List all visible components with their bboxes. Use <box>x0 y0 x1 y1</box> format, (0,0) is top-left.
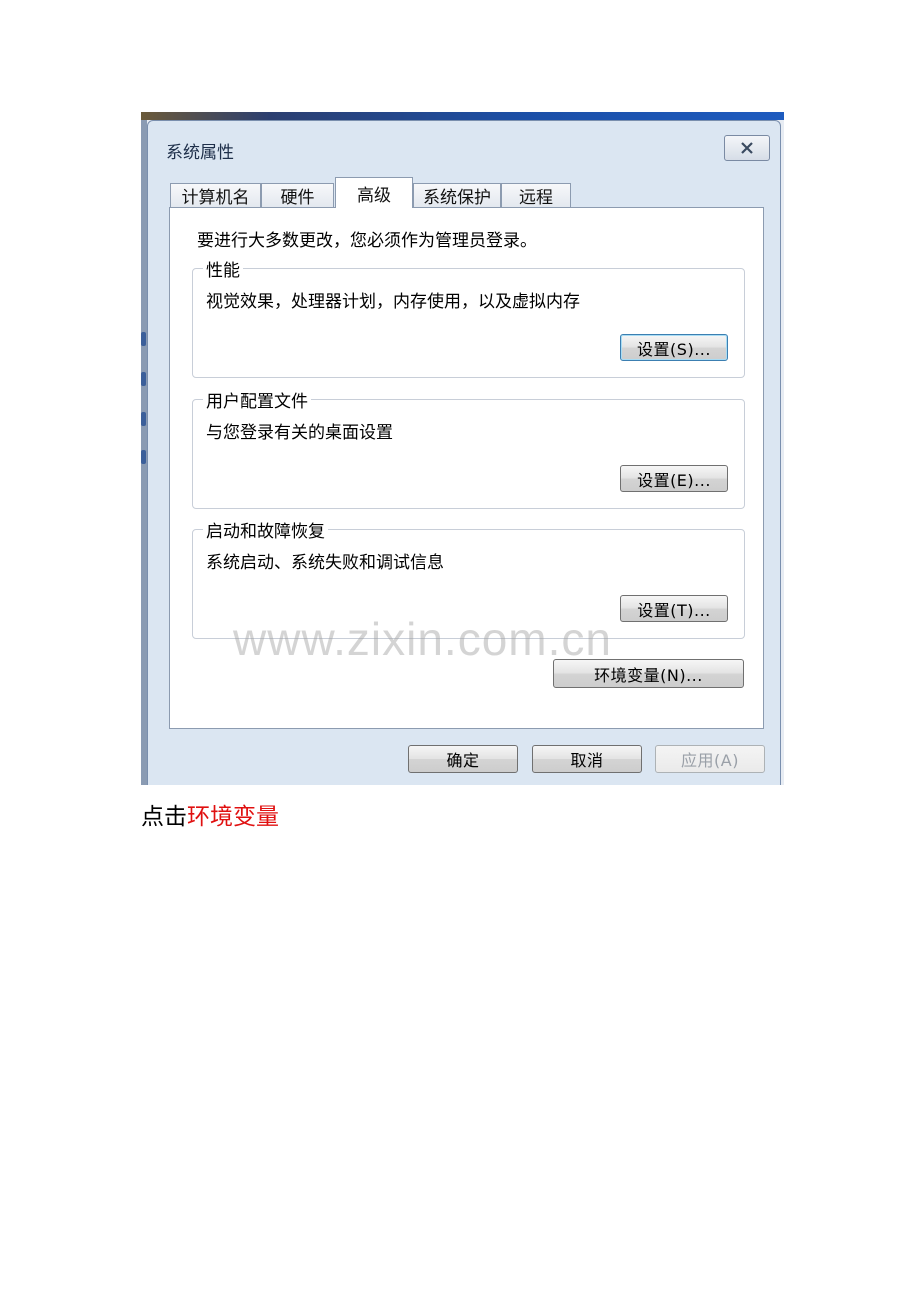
close-button[interactable] <box>724 135 770 161</box>
user-profiles-settings-button[interactable]: 设置(E)... <box>620 465 728 492</box>
performance-settings-button[interactable]: 设置(S)... <box>620 334 728 361</box>
caption-highlight: 环境变量 <box>187 804 279 830</box>
desktop-icon-fragment <box>141 372 146 386</box>
screenshot-frame: 系统属性 计算机名 硬件 高级 系统保护 远程 要进行大多数更改，您必须作为管理… <box>141 112 784 785</box>
tab-hardware[interactable]: 硬件 <box>261 183 334 208</box>
cancel-button[interactable]: 取消 <box>532 745 642 773</box>
dialog-title: 系统属性 <box>166 143 234 163</box>
close-icon <box>740 139 754 158</box>
tab-remote[interactable]: 远程 <box>501 183 571 208</box>
user-profiles-group: 用户配置文件 与您登录有关的桌面设置 设置(E)... <box>192 387 745 509</box>
group-description: 视觉效果，处理器计划，内存使用，以及虚拟内存 <box>206 292 580 312</box>
system-properties-dialog: 系统属性 计算机名 硬件 高级 系统保护 远程 要进行大多数更改，您必须作为管理… <box>147 120 781 785</box>
tab-system-protection[interactable]: 系统保护 <box>413 183 501 208</box>
tab-computer-name[interactable]: 计算机名 <box>170 183 261 208</box>
watermark: www.zixin.com.cn <box>233 613 612 665</box>
desktop-icon-fragment <box>141 450 146 464</box>
group-title: 性能 <box>203 256 243 281</box>
performance-group: 性能 视觉效果，处理器计划，内存使用，以及虚拟内存 设置(S)... <box>192 256 745 378</box>
group-title: 启动和故障恢复 <box>203 517 328 542</box>
group-title: 用户配置文件 <box>203 387 311 412</box>
admin-notice: 要进行大多数更改，您必须作为管理员登录。 <box>197 231 537 251</box>
desktop-icon-fragment <box>141 412 146 426</box>
desktop-icon-fragment <box>141 332 146 346</box>
instruction-caption: 点击环境变量 <box>141 797 279 831</box>
group-description: 系统启动、系统失败和调试信息 <box>206 553 444 573</box>
startup-recovery-settings-button[interactable]: 设置(T)... <box>620 595 728 622</box>
desktop-background-strip <box>141 112 784 120</box>
caption-prefix: 点击 <box>141 804 187 830</box>
tab-advanced[interactable]: 高级 <box>335 177 413 208</box>
group-description: 与您登录有关的桌面设置 <box>206 423 393 443</box>
ok-button[interactable]: 确定 <box>408 745 518 773</box>
apply-button[interactable]: 应用(A) <box>655 745 765 773</box>
